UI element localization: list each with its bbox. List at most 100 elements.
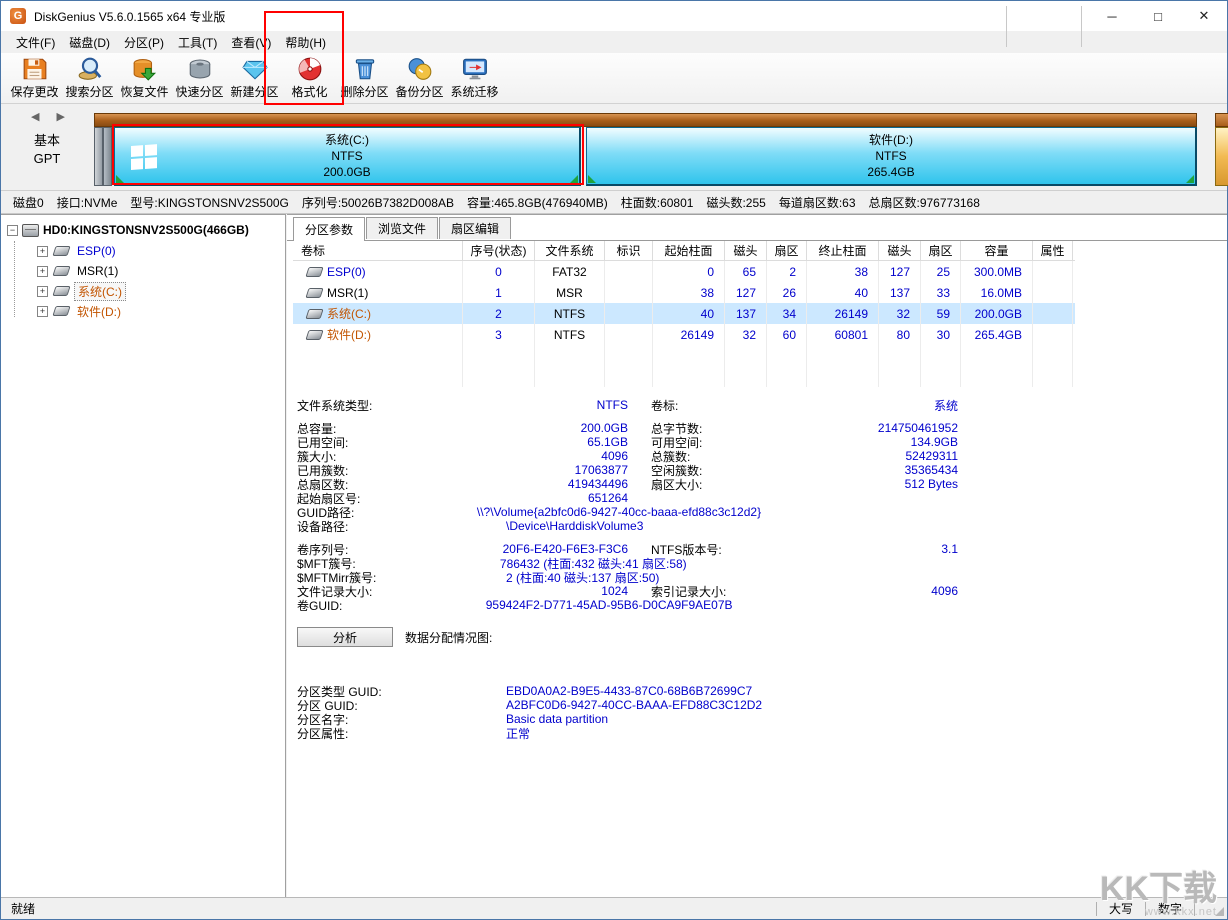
column-header[interactable]: 扇区 bbox=[767, 241, 807, 260]
table-row-empty bbox=[293, 366, 1075, 387]
detail-row: 总扇区数:419434496扇区大小:512 Bytes bbox=[297, 477, 997, 491]
table-cell: 0 bbox=[463, 261, 535, 282]
disk-header-strip[interactable] bbox=[94, 113, 1197, 127]
tab-browse-files[interactable]: 浏览文件 bbox=[366, 217, 438, 239]
close-button[interactable]: ✕ bbox=[1181, 1, 1227, 31]
disk-info-bar: 磁盘0接口:NVMe型号:KINGSTONSNV2S500G序列号:50026B… bbox=[1, 191, 1227, 214]
status-separator bbox=[1194, 902, 1195, 916]
table-cell: 60801 bbox=[807, 324, 879, 345]
partition-icon bbox=[52, 306, 70, 316]
volume-label-cell: MSR(1) bbox=[293, 282, 463, 303]
column-header[interactable]: 磁头 bbox=[879, 241, 921, 260]
detail-value: 2 (柱面:40 磁头:137 扇区:50) bbox=[392, 569, 659, 586]
partition-icon bbox=[305, 330, 323, 340]
partition-size: 265.4GB bbox=[867, 164, 914, 180]
toolbar-button-new-partition[interactable]: 新建分区 bbox=[227, 53, 282, 103]
tab-partition-params[interactable]: 分区参数 bbox=[293, 217, 365, 241]
toolbar-button-label: 搜索分区 bbox=[65, 83, 113, 100]
partition-table-body: ESP(0)0FAT3206523812725300.0MBMSR(1)1MSR… bbox=[293, 261, 1075, 387]
menu-item-file[interactable]: 文件(F) bbox=[9, 31, 62, 54]
partition-icon bbox=[52, 266, 70, 276]
collapse-icon[interactable]: − bbox=[7, 225, 18, 236]
minimize-button[interactable]: ─ bbox=[1089, 1, 1135, 31]
volume-label: 软件(D:) bbox=[327, 326, 371, 343]
disk-table-label: GPT bbox=[1, 150, 93, 168]
column-header[interactable]: 磁头 bbox=[725, 241, 767, 260]
table-cell bbox=[767, 345, 807, 366]
column-header[interactable]: 标识 bbox=[605, 241, 653, 260]
guid-value: 正常 bbox=[506, 725, 530, 742]
system-partition-block[interactable]: 系统(C:) NTFS 200.0GB bbox=[114, 127, 581, 186]
table-cell bbox=[767, 366, 807, 387]
table-cell: 40 bbox=[653, 303, 725, 324]
expand-icon[interactable]: + bbox=[37, 246, 48, 257]
column-header[interactable]: 属性 bbox=[1033, 241, 1073, 260]
table-cell: 300.0MB bbox=[961, 261, 1033, 282]
table-cell: 3 bbox=[463, 324, 535, 345]
toolbar-button-quick-partition[interactable]: 快速分区 bbox=[172, 53, 227, 103]
table-cell bbox=[653, 366, 725, 387]
detail-row: GUID路径:\\?\Volume{a2bfc0d6-9427-40cc-baa… bbox=[297, 505, 997, 519]
detail-value: 4096 bbox=[392, 449, 628, 463]
msr-partition-block[interactable] bbox=[103, 127, 112, 186]
expand-icon[interactable]: + bbox=[37, 286, 48, 297]
table-cell bbox=[653, 345, 725, 366]
disk-info-segment: 总扇区数:976773168 bbox=[869, 194, 980, 211]
diskgenius-window: G DiskGenius V5.6.0.1565 x64 专业版 ─□✕ 文件(… bbox=[0, 0, 1228, 920]
expand-icon[interactable]: + bbox=[37, 306, 48, 317]
column-header[interactable]: 扇区 bbox=[921, 241, 961, 260]
maximize-button[interactable]: □ bbox=[1135, 1, 1181, 31]
toolbar-button-format[interactable]: 格式化 bbox=[282, 53, 337, 103]
quick-partition-icon bbox=[187, 56, 213, 82]
toolbar-button-save-changes[interactable]: 保存更改 bbox=[7, 53, 62, 103]
table-cell: 127 bbox=[725, 282, 767, 303]
menu-item-disk[interactable]: 磁盘(D) bbox=[62, 31, 117, 54]
toolbar-button-label: 格式化 bbox=[291, 83, 327, 100]
tree-item[interactable]: +ESP(0) bbox=[1, 241, 285, 261]
toolbar-button-backup-partition[interactable]: 备份分区 bbox=[392, 53, 447, 103]
tab-sector-edit[interactable]: 扇区编辑 bbox=[439, 217, 511, 239]
menu-item-partition[interactable]: 分区(P) bbox=[117, 31, 171, 54]
toolbar-button-recover-files[interactable]: 恢复文件 bbox=[117, 53, 172, 103]
detail-row: 起始扇区号:651264 bbox=[297, 491, 997, 505]
analyze-button[interactable]: 分析 bbox=[297, 627, 393, 647]
toolbar-button-label: 快速分区 bbox=[175, 83, 223, 100]
status-right-panes: 大写 数字 bbox=[1084, 898, 1227, 919]
expand-icon[interactable]: + bbox=[37, 266, 48, 277]
column-header[interactable]: 终止柱面 bbox=[807, 241, 879, 260]
disk-nav-arrows[interactable]: ◀ ▶ bbox=[31, 110, 72, 123]
table-row[interactable]: 系统(C:)2NTFS4013734261493259200.0GB bbox=[293, 303, 1075, 324]
app-logo-icon: G bbox=[10, 8, 26, 24]
toolbar-button-system-migration[interactable]: 系统迁移 bbox=[447, 53, 502, 103]
resize-grip[interactable] bbox=[1207, 898, 1227, 919]
column-header[interactable]: 容量 bbox=[961, 241, 1033, 260]
software-partition-block[interactable]: 软件(D:) NTFS 265.4GB bbox=[586, 127, 1197, 186]
esp-partition-block[interactable] bbox=[94, 127, 103, 186]
table-row[interactable]: ESP(0)0FAT3206523812725300.0MB bbox=[293, 261, 1075, 282]
tree-item[interactable]: +系统(C:) bbox=[1, 281, 285, 301]
column-header[interactable]: 序号(状态) bbox=[463, 241, 535, 260]
toolbar-button-delete-partition[interactable]: 删除分区 bbox=[337, 53, 392, 103]
volume-label: 系统(C:) bbox=[327, 305, 371, 322]
disk-info-segment: 序列号:50026B7382D008AB bbox=[302, 194, 454, 211]
tree-item[interactable]: +MSR(1) bbox=[1, 261, 285, 281]
toolbar-button-search-partition[interactable]: 搜索分区 bbox=[62, 53, 117, 103]
menu-item-view[interactable]: 查看(V) bbox=[224, 31, 278, 54]
column-header[interactable]: 卷标 bbox=[293, 241, 463, 260]
detail-row: 卷GUID:959424F2-D771-45AD-95B6-D0CA9F9AE0… bbox=[297, 598, 997, 612]
toolbar-button-label: 新建分区 bbox=[230, 83, 278, 100]
table-cell bbox=[921, 366, 961, 387]
table-cell bbox=[1033, 282, 1073, 303]
column-header[interactable]: 文件系统 bbox=[535, 241, 605, 260]
menu-item-tools[interactable]: 工具(T) bbox=[171, 31, 224, 54]
tree-item[interactable]: +软件(D:) bbox=[1, 301, 285, 321]
table-cell: 2 bbox=[463, 303, 535, 324]
column-header[interactable]: 起始柱面 bbox=[653, 241, 725, 260]
save-icon bbox=[22, 56, 48, 82]
format-icon bbox=[297, 56, 323, 82]
table-row[interactable]: MSR(1)1MSR3812726401373316.0MB bbox=[293, 282, 1075, 303]
menu-item-help[interactable]: 帮助(H) bbox=[278, 31, 333, 54]
tree-root-item[interactable]: − HD0:KINGSTONSNV2S500G(466GB) bbox=[1, 219, 285, 241]
table-row[interactable]: 软件(D:)3NTFS261493260608018030265.4GB bbox=[293, 324, 1075, 345]
num-indicator: 数字 bbox=[1158, 900, 1182, 917]
